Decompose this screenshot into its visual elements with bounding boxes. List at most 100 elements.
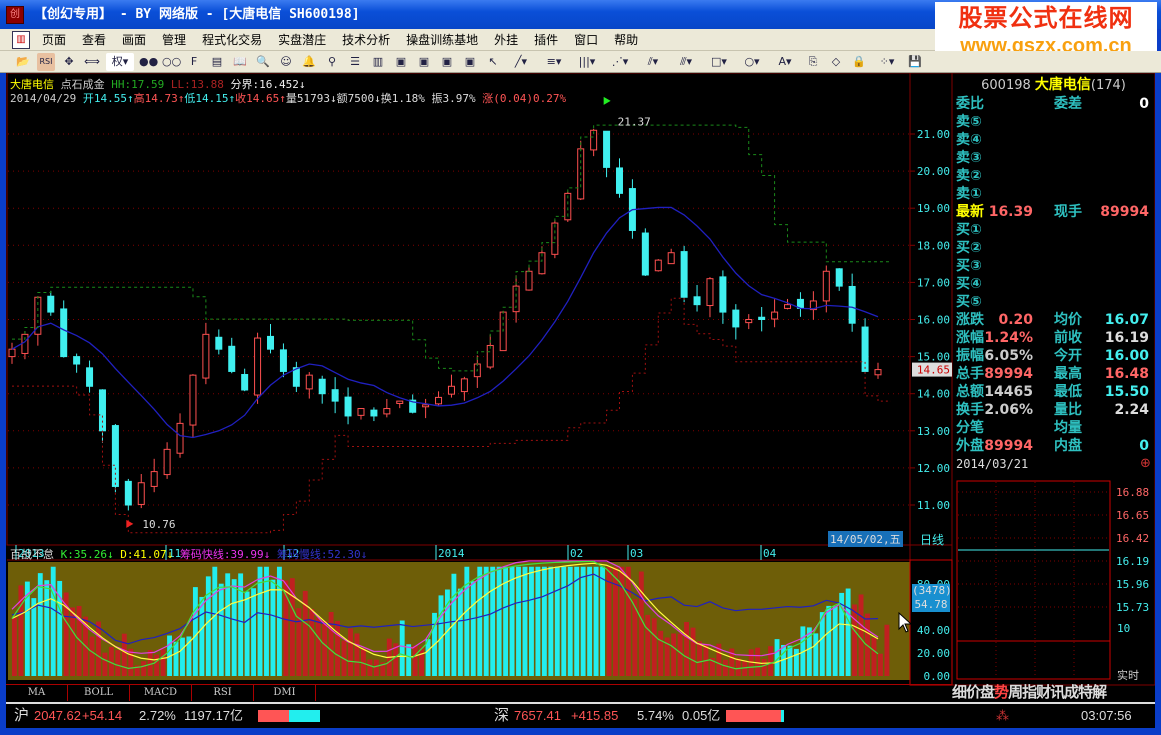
candle-down (370, 409, 378, 417)
colors-icon[interactable]: ⁘▾ (873, 53, 901, 71)
tab-macd[interactable]: MACD (130, 685, 192, 701)
menu-2[interactable]: 画面 (114, 31, 154, 48)
indicator-bar (529, 566, 534, 676)
eraser-icon[interactable]: ◇ (827, 53, 845, 71)
indicator-bar (516, 566, 521, 676)
period-label[interactable]: 日线 (920, 531, 944, 548)
window4-icon[interactable]: ▣ (461, 53, 479, 71)
quote-v: 89994 (984, 438, 1033, 454)
layout-rows-icon[interactable]: ☰ (346, 53, 364, 71)
files-icon[interactable]: ▤ (208, 53, 226, 71)
candle-up (771, 311, 779, 320)
candle-down (279, 349, 287, 372)
rect-icon[interactable]: □▾ (705, 53, 733, 71)
parallel-icon[interactable]: ⫻▾ (672, 53, 700, 71)
text-lines-icon[interactable]: ≡▾ (540, 53, 568, 71)
d-value: D:41.07↓ (120, 548, 174, 561)
rsi-icon[interactable]: RSI (37, 52, 55, 71)
tab-ma[interactable]: MA (6, 685, 68, 701)
info-link-7[interactable]: 讯 (1050, 683, 1065, 701)
realtime-label[interactable]: 实时 (1117, 667, 1139, 683)
candle-down (215, 336, 223, 350)
compare-icon[interactable]: ●● (139, 53, 158, 71)
quote-row: 卖④ (956, 131, 1151, 149)
fan-icon[interactable]: ⋰▾ (606, 53, 634, 71)
quote-row: 外盘 89994 内盘 0 (956, 437, 1151, 455)
menu-8[interactable]: 外挂 (486, 31, 526, 48)
info-link-8[interactable]: 成 (1064, 683, 1079, 701)
info-link-10[interactable]: 解 (1092, 683, 1107, 701)
quote-title: 600198 大唐电信(174) (956, 76, 1151, 95)
quote-v2: 0 (1139, 438, 1149, 454)
info-link-3[interactable]: 势 (994, 683, 1009, 701)
info-link-2[interactable]: 盘 (980, 683, 995, 701)
indicator-bar (399, 620, 405, 676)
turnover-value: 换1.18% (380, 92, 425, 105)
indicator-bar (813, 633, 819, 676)
menu-7[interactable]: 操盘训练基地 (398, 31, 486, 48)
menu-10[interactable]: 窗口 (566, 31, 606, 48)
info-link-0[interactable]: 细 (952, 683, 967, 701)
indicator-bar (44, 580, 50, 676)
info-link-1[interactable]: 价 (966, 683, 981, 701)
candle-down (848, 285, 856, 324)
indicator-bar (173, 641, 179, 676)
menu-11[interactable]: 帮助 (606, 31, 646, 48)
info-link-5[interactable]: 指 (1022, 683, 1037, 701)
high-value: 高14.73↑ (133, 92, 185, 105)
menu-5[interactable]: 实盘潜庄 (270, 31, 334, 48)
window3-icon[interactable]: ▣ (438, 53, 456, 71)
quote-v2: 16.07 (1104, 312, 1149, 328)
f10-icon[interactable]: F (185, 53, 203, 71)
menu-9[interactable]: 插件 (526, 31, 566, 48)
tab-boll[interactable]: BOLL (68, 685, 130, 701)
chart-icon[interactable]: ▥ (12, 30, 30, 49)
tab-rsi[interactable]: RSI (192, 685, 254, 701)
move-icon[interactable]: ✥ (60, 53, 78, 71)
save-icon[interactable]: 💾 (906, 53, 924, 71)
open-icon[interactable]: 📂 (14, 53, 32, 71)
menu-3[interactable]: 管理 (154, 31, 194, 48)
line-tool-icon[interactable]: ╱▾ (507, 53, 535, 71)
menu-6[interactable]: 技术分析 (334, 31, 398, 48)
date-label: 2014 (438, 547, 465, 560)
pointer-icon[interactable]: ↖ (484, 53, 502, 71)
alarm-icon[interactable]: 🔔 (300, 53, 318, 71)
circle-icon[interactable]: ○▾ (738, 53, 766, 71)
menu-4[interactable]: 程式化交易 (194, 31, 270, 48)
quote-v: 1.24% (984, 330, 1033, 346)
resize-icon[interactable]: ⟺ (83, 53, 101, 71)
overlay-icon[interactable]: ○○ (162, 53, 181, 71)
rights-select[interactable]: 权▾ (106, 52, 134, 71)
menu-0[interactable]: 页面 (34, 31, 74, 48)
window1-icon[interactable]: ▣ (392, 53, 410, 71)
book-icon[interactable]: 📖 (231, 53, 249, 71)
quote-v2: 2.24 (1114, 402, 1149, 418)
info-link-9[interactable]: 特 (1078, 683, 1093, 701)
expert-icon[interactable]: ☺ (277, 53, 295, 71)
copy-icon[interactable]: ⎘ (804, 53, 822, 71)
quote-v2: 16.00 (1104, 348, 1149, 364)
candle-up (460, 378, 468, 393)
indicator-bar (244, 591, 250, 676)
volume-value: 量51793↓ (285, 92, 337, 105)
crosshair-icon[interactable]: ⊕ (1140, 456, 1151, 471)
indicator-bar (147, 650, 153, 676)
indicator-cursor-value: (3478) 54.78 (912, 584, 952, 612)
indicator-bar (490, 566, 496, 676)
sz-breadth-bar (726, 710, 784, 722)
window2-icon[interactable]: ▣ (415, 53, 433, 71)
text-tool-icon[interactable]: A▾ (771, 53, 799, 71)
tab-dmi[interactable]: DMI (254, 685, 316, 701)
info-link-6[interactable]: 财 (1036, 683, 1051, 701)
layout-cols-icon[interactable]: ▥ (369, 53, 387, 71)
vertical-lines-icon[interactable]: |||▾ (573, 53, 601, 71)
amplitude-value: 振3.97% (431, 92, 476, 105)
info-link-4[interactable]: 周 (1008, 683, 1023, 701)
channel-icon[interactable]: ⫽▾ (639, 53, 667, 71)
indicator-bar (451, 573, 457, 676)
plug-icon[interactable]: ⚲ (323, 53, 341, 71)
menu-1[interactable]: 查看 (74, 31, 114, 48)
lock-icon[interactable]: 🔒 (850, 53, 868, 71)
search-icon[interactable]: 🔍 (254, 53, 272, 71)
